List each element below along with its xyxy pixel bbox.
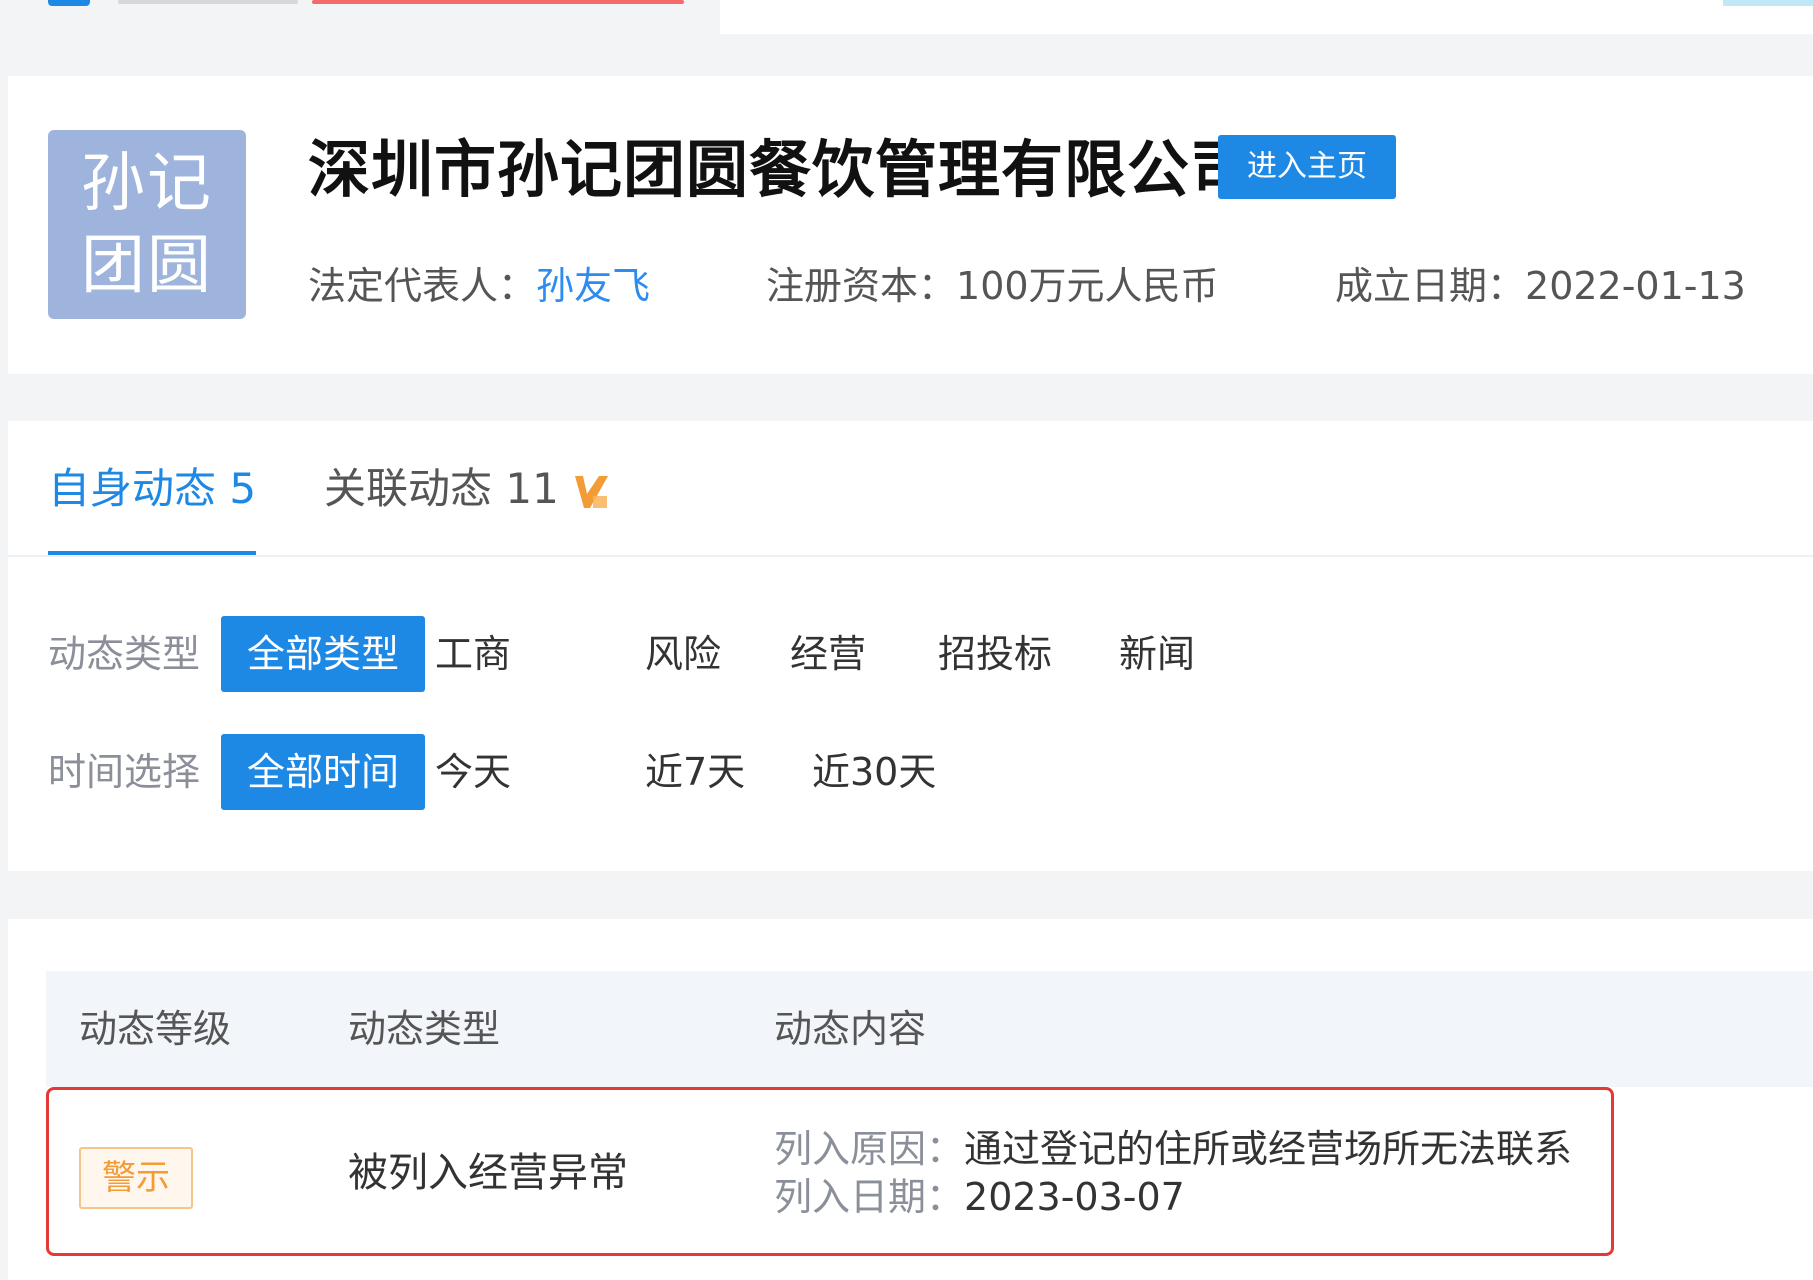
dynamic-type-cell: 被列入经营异常 xyxy=(348,1150,628,1196)
logo-line-2: 团圆 xyxy=(81,228,213,303)
nav-logo-button[interactable] xyxy=(48,0,90,6)
tab-related-dynamics-label: 关联动态 11 xyxy=(324,464,559,513)
vip-icon xyxy=(573,468,611,508)
founded-date-label: 成立日期： xyxy=(1335,264,1526,308)
nav-search-box[interactable] xyxy=(720,0,1813,34)
registered-capital: 注册资本：100万元人民币 xyxy=(766,262,1219,310)
legal-representative-label: 法定代表人： xyxy=(308,264,537,308)
filter-type-operation[interactable]: 经营 xyxy=(790,616,866,692)
listing-reason-line: 列入原因：通过登记的住所或经营场所无法联系 xyxy=(774,1125,1572,1173)
registered-capital-value: 100万元人民币 xyxy=(956,264,1219,308)
dynamics-tabs: 自身动态 5 关联动态 11 xyxy=(8,421,1813,557)
column-header-level: 动态等级 xyxy=(79,1007,232,1051)
listing-reason-label: 列入原因： xyxy=(774,1127,965,1171)
legal-representative-link[interactable]: 孙友飞 xyxy=(536,264,650,308)
top-navigation-strip xyxy=(0,0,1813,36)
nav-right-button[interactable] xyxy=(1723,0,1813,6)
founded-date: 成立日期：2022-01-13 xyxy=(1335,262,1746,310)
registered-capital-label: 注册资本： xyxy=(766,264,957,308)
listing-date-line: 列入日期：2023-03-07 xyxy=(774,1173,1572,1221)
filter-type-bidding[interactable]: 招投标 xyxy=(938,616,1052,692)
filter-time-7days[interactable]: 近7天 xyxy=(645,734,745,810)
column-header-content: 动态内容 xyxy=(774,1007,927,1051)
dynamics-filter-card: 自身动态 5 关联动态 11 动态类型 全部类型 工商 风险 经营 招投标 新闻… xyxy=(8,421,1813,871)
table-header: 动态等级 动态类型 动态内容 xyxy=(46,971,1813,1087)
filter-time-label: 时间选择 xyxy=(48,750,201,794)
legal-representative: 法定代表人：孙友飞 xyxy=(308,262,650,310)
filter-time-30days[interactable]: 近30天 xyxy=(812,734,936,810)
table-row[interactable]: 警示 被列入经营异常 列入原因：通过登记的住所或经营场所无法联系 列入日期：20… xyxy=(46,1087,1614,1256)
logo-line-1: 孙记 xyxy=(81,146,213,221)
company-logo: 孙记 团圆 xyxy=(48,130,246,319)
listing-reason-value: 通过登记的住所或经营场所无法联系 xyxy=(964,1127,1573,1171)
dynamic-content-cell: 列入原因：通过登记的住所或经营场所无法联系 列入日期：2023-03-07 xyxy=(774,1125,1572,1221)
column-header-type: 动态类型 xyxy=(348,1007,501,1051)
filter-type-label: 动态类型 xyxy=(48,632,201,676)
filter-type-news[interactable]: 新闻 xyxy=(1119,616,1195,692)
listing-date-label: 列入日期： xyxy=(774,1175,965,1219)
filter-time-all[interactable]: 全部时间 xyxy=(221,734,425,810)
nav-text-placeholder xyxy=(118,0,298,4)
filter-type-risk[interactable]: 风险 xyxy=(645,616,721,692)
listing-date-value: 2023-03-07 xyxy=(964,1175,1185,1219)
tab-self-dynamics-label: 自身动态 5 xyxy=(48,464,257,513)
warning-level-badge: 警示 xyxy=(79,1147,193,1209)
tab-self-dynamics[interactable]: 自身动态 5 xyxy=(48,459,257,555)
founded-date-value: 2022-01-13 xyxy=(1525,264,1746,308)
filter-type-all[interactable]: 全部类型 xyxy=(221,616,425,692)
enter-homepage-button[interactable]: 进入主页 xyxy=(1218,135,1396,199)
tab-related-dynamics[interactable]: 关联动态 11 xyxy=(324,459,611,519)
company-header-card: 孙记 团圆 深圳市孙记团圆餐饮管理有限公司 进入主页 法定代表人：孙友飞 注册资… xyxy=(8,76,1813,374)
filter-time-today[interactable]: 今天 xyxy=(435,734,511,810)
dynamics-table-card: 动态等级 动态类型 动态内容 警示 被列入经营异常 列入原因：通过登记的住所或经… xyxy=(8,919,1813,1280)
company-name: 深圳市孙记团圆餐饮管理有限公司 xyxy=(308,133,1254,206)
filter-type-business[interactable]: 工商 xyxy=(435,616,511,692)
nav-red-bar xyxy=(312,0,684,4)
